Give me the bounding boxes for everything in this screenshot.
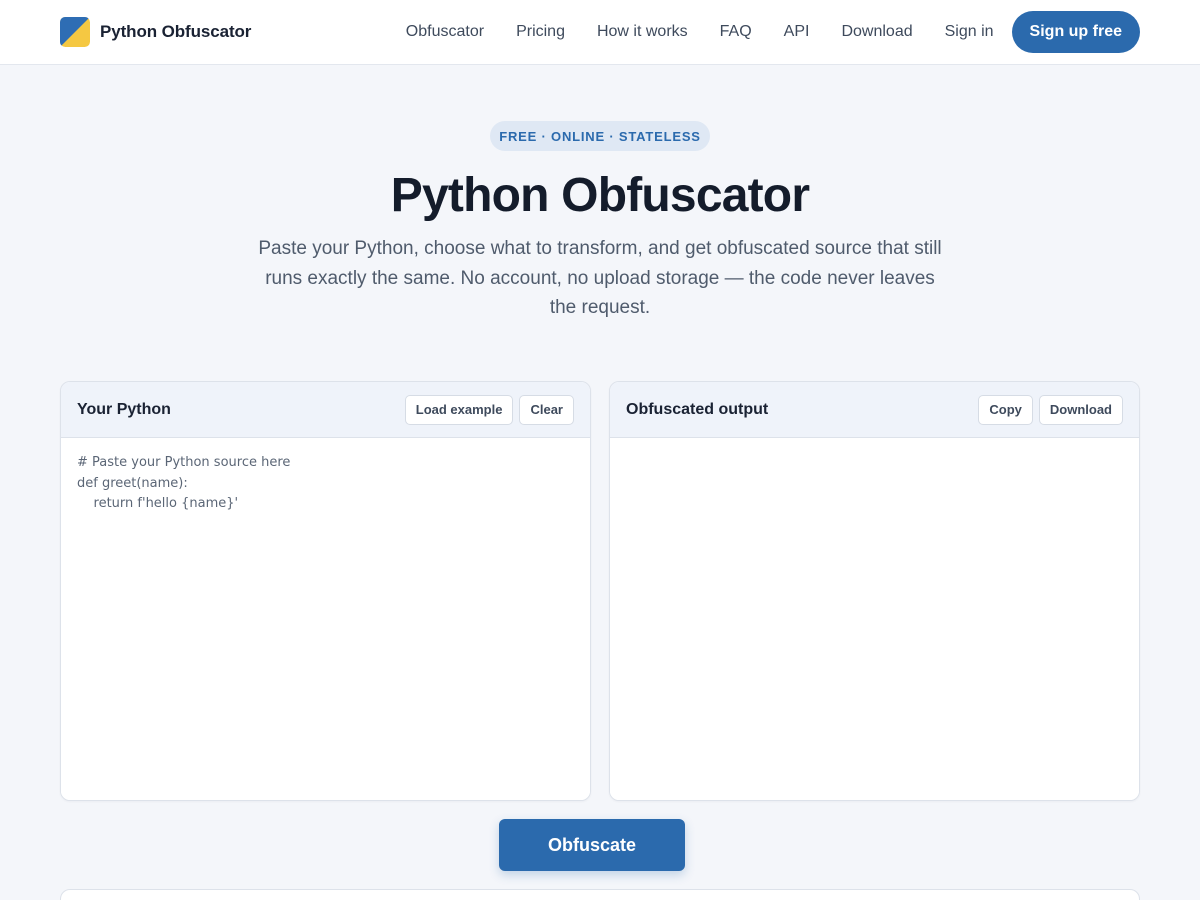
page-title: Python Obfuscator xyxy=(390,169,810,222)
input-panel: Your Python Load example Clear xyxy=(60,381,591,801)
load-example-button[interactable]: Load example xyxy=(404,394,514,425)
hero-badge: FREE · ONLINE · STATELESS xyxy=(490,121,710,151)
clear-button[interactable]: Clear xyxy=(519,394,574,425)
options-card xyxy=(60,889,1140,900)
download-output-button[interactable]: Download xyxy=(1038,394,1123,425)
site-header: Python Obfuscator Obfuscator Pricing How… xyxy=(0,0,1200,65)
python-obfuscator-logo-icon xyxy=(60,17,90,47)
sign-up-button[interactable]: Sign up free xyxy=(1011,11,1140,53)
brand-name: Python Obfuscator xyxy=(100,22,252,41)
input-panel-actions: Load example Clear xyxy=(404,394,574,425)
nav-download[interactable]: Download xyxy=(841,23,912,41)
main-nav: Obfuscator Pricing How it works FAQ API … xyxy=(406,11,1140,53)
input-panel-header: Your Python Load example Clear xyxy=(61,382,590,438)
python-source-input[interactable] xyxy=(61,438,590,800)
obfuscated-output[interactable] xyxy=(610,438,1139,800)
output-panel: Obfuscated output Copy Download xyxy=(609,381,1140,801)
output-panel-header: Obfuscated output Copy Download xyxy=(610,382,1139,438)
nav-pricing[interactable]: Pricing xyxy=(516,23,565,41)
nav-obfuscator[interactable]: Obfuscator xyxy=(406,23,484,41)
nav-sign-in[interactable]: Sign in xyxy=(945,23,994,41)
input-panel-title: Your Python xyxy=(77,400,171,418)
brand[interactable]: Python Obfuscator xyxy=(60,17,251,47)
nav-api[interactable]: API xyxy=(784,23,810,41)
output-panel-title: Obfuscated output xyxy=(626,400,769,418)
hero-subtitle: Paste your Python, choose what to transf… xyxy=(258,238,942,318)
nav-how-it-works[interactable]: How it works xyxy=(597,23,688,41)
obfuscate-button[interactable]: Obfuscate xyxy=(499,819,685,871)
nav-faq[interactable]: FAQ xyxy=(720,23,752,41)
copy-button[interactable]: Copy xyxy=(978,394,1033,425)
output-panel-actions: Copy Download xyxy=(978,394,1123,425)
